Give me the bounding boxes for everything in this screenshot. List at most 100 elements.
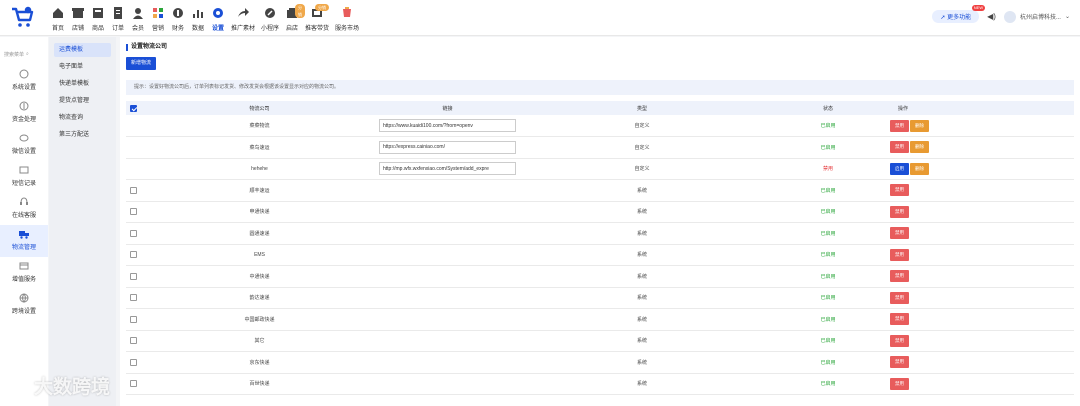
row-checkbox[interactable]	[129, 251, 137, 259]
sidebar-item-3[interactable]: 短信记录	[0, 161, 48, 193]
sidebar-item-5[interactable]: 物流管理	[0, 225, 48, 257]
row-checkbox[interactable]	[129, 272, 137, 280]
table-row: 顺丰速运 系统 已启用 禁用	[126, 179, 1074, 202]
row-checkbox[interactable]	[129, 358, 137, 366]
disable-button[interactable]: 禁用	[890, 184, 909, 197]
status-cell: 已启用	[768, 330, 888, 352]
enable-button[interactable]: 启用	[890, 162, 909, 175]
disable-button[interactable]: 禁用	[890, 119, 909, 132]
row-check-cell	[126, 136, 140, 159]
sound-icon[interactable]: ◀)	[987, 12, 996, 21]
disable-button[interactable]: 禁用	[890, 313, 909, 326]
col-link: 链接	[379, 101, 516, 115]
table-row: 申通快递 系统 已启用 禁用	[126, 201, 1074, 223]
row-checkbox[interactable]	[129, 229, 137, 237]
nav-badge: 分销	[315, 4, 330, 11]
status-cell: 已启用	[768, 244, 888, 266]
company-cell: 中通快递	[140, 265, 379, 288]
link-input[interactable]	[379, 140, 516, 154]
add-logistics-button[interactable]: 新增物流	[126, 57, 157, 70]
disable-button[interactable]: 禁用	[890, 205, 909, 218]
goods-icon	[93, 8, 103, 18]
col-status: 状态	[768, 101, 888, 115]
company-cell: 圆通速递	[140, 222, 379, 245]
row-checkbox[interactable]	[129, 315, 137, 323]
nav-item-12[interactable]: 推客带货 分销	[302, 3, 332, 32]
nav-item-5[interactable]: 营销	[148, 3, 168, 32]
status-cell: 已启用	[768, 222, 888, 245]
sidebar-item-label: 短信记录	[11, 181, 36, 187]
type-cell: 系统	[516, 330, 768, 352]
ops-cell: 禁用	[888, 351, 1074, 374]
nav-item-10[interactable]: 小程序	[258, 3, 282, 32]
link-input[interactable]	[379, 119, 516, 132]
nav-item-2[interactable]: 商品	[88, 3, 108, 32]
disable-button[interactable]: 禁用	[890, 356, 909, 369]
disable-button[interactable]: 禁用	[890, 377, 909, 390]
sidebar-item-1[interactable]: 资金处理	[0, 97, 48, 129]
company-cell: 申通快递	[140, 201, 379, 223]
row-checkbox[interactable]	[129, 337, 137, 345]
delete-button[interactable]: 删除	[910, 141, 929, 154]
link-cell	[379, 351, 516, 374]
ops-cell: 禁用	[888, 308, 1074, 331]
submenu-item-0[interactable]: 运费模板	[54, 43, 111, 57]
sidebar-item-4[interactable]: 在线客服	[0, 193, 48, 225]
table-header: 物流公司 链接 类型 状态 操作	[126, 101, 1074, 115]
nav-item-11[interactable]: 启店 分销	[282, 3, 306, 32]
submenu-item-4[interactable]: 物流查询	[54, 111, 111, 125]
order-icon	[114, 7, 122, 19]
nav-label: 启店	[286, 26, 299, 32]
disable-button[interactable]: 禁用	[890, 141, 909, 154]
nav-item-1[interactable]: 店铺	[68, 3, 88, 32]
link-cell	[379, 244, 516, 266]
nav-item-13[interactable]: 服务市场	[332, 3, 362, 32]
ops-cell: 禁用	[888, 222, 1074, 245]
nav-item-3[interactable]: 订单	[108, 3, 128, 32]
nav-item-6[interactable]: 财务	[168, 3, 188, 32]
nav-item-8[interactable]: 设置	[208, 3, 228, 32]
row-check-cell	[126, 201, 140, 223]
nav-item-7[interactable]: 数据	[188, 3, 208, 32]
disable-button[interactable]: 禁用	[890, 248, 909, 261]
settings-icon	[213, 8, 223, 18]
submenu-item-1[interactable]: 电子面单	[54, 60, 111, 74]
sidebar-item-6[interactable]: 增值服务	[0, 257, 48, 289]
sidebar-item-2[interactable]: 微信设置	[0, 129, 48, 161]
link-cell	[379, 158, 516, 180]
nav-item-0[interactable]: 首页	[48, 3, 68, 32]
disable-button[interactable]: 禁用	[890, 291, 909, 304]
nav-label: 服务市场	[335, 26, 360, 32]
row-check-cell	[126, 308, 140, 331]
sidebar-item-7[interactable]: 跨境设置	[0, 289, 48, 321]
delete-button[interactable]: 删除	[910, 162, 929, 175]
submenu-item-3[interactable]: 提货点管理	[54, 94, 111, 108]
menu-search[interactable]: 搜索菜单 ⌕	[4, 43, 44, 65]
store-icon	[72, 8, 84, 18]
disable-button[interactable]: 禁用	[890, 334, 909, 347]
status-cell: 已启用	[768, 265, 888, 288]
row-check-cell	[126, 115, 140, 137]
submenu-item-2[interactable]: 快递单模板	[54, 77, 111, 91]
disable-button[interactable]: 禁用	[890, 270, 909, 283]
sub-menu: 运费模板电子面单快递单模板提货点管理物流查询第三方配送	[49, 37, 116, 406]
link-input[interactable]	[379, 162, 516, 176]
upgrade-button[interactable]: ➚ 更多功能 NEW	[932, 5, 986, 23]
value-icon	[19, 262, 29, 270]
row-check-cell	[126, 330, 140, 352]
type-cell: 自定义	[516, 158, 768, 180]
nav-item-9[interactable]: 推广素材	[228, 3, 258, 32]
sidebar-item-0[interactable]: 系统设置	[0, 65, 48, 97]
submenu-item-5[interactable]: 第三方配送	[54, 128, 111, 142]
app-logo-icon[interactable]	[10, 5, 34, 29]
row-checkbox[interactable]	[129, 294, 137, 302]
nav-item-4[interactable]: 会员	[128, 3, 148, 32]
select-all-checkbox[interactable]	[129, 104, 137, 112]
row-checkbox[interactable]	[129, 380, 137, 388]
new-badge: NEW	[971, 5, 986, 11]
delete-button[interactable]: 删除	[910, 119, 929, 132]
row-checkbox[interactable]	[129, 208, 137, 216]
account-menu[interactable]: 杭州启博科技... ⌄	[1003, 10, 1070, 23]
disable-button[interactable]: 禁用	[890, 227, 909, 240]
row-checkbox[interactable]	[129, 186, 137, 194]
